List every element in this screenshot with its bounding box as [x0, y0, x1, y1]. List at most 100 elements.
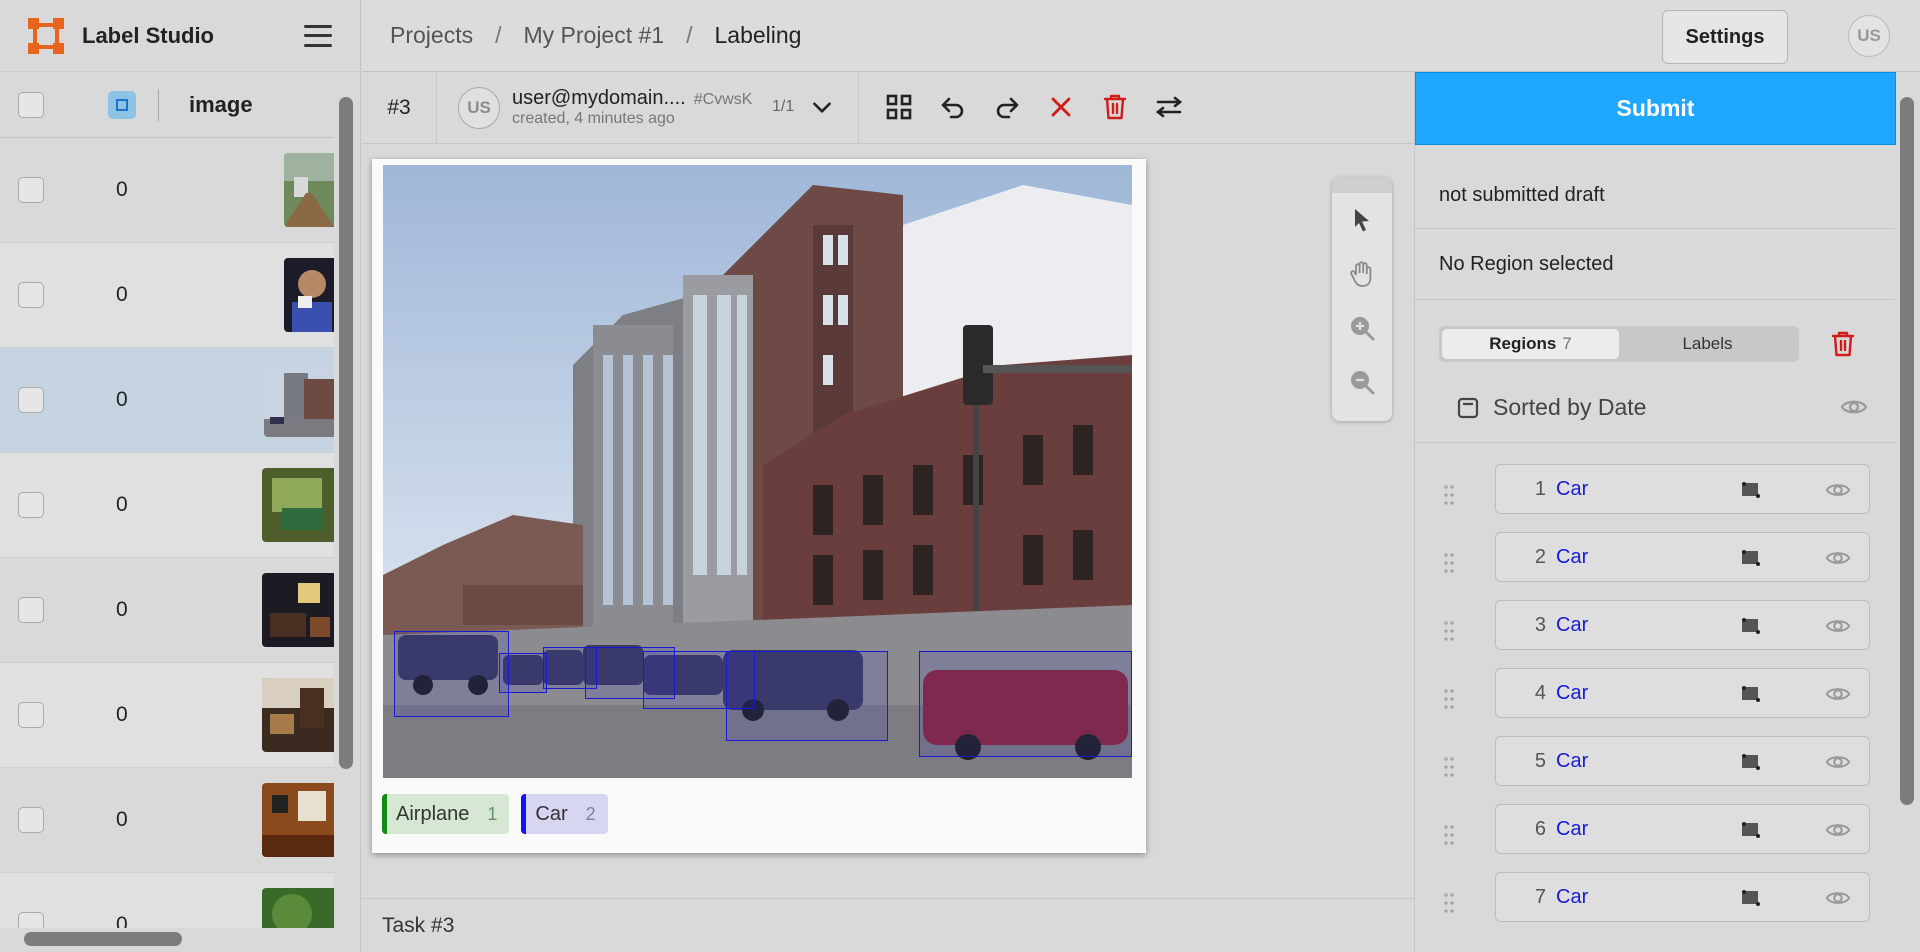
eye-icon[interactable]: [1839, 392, 1869, 422]
redo-icon[interactable]: [990, 90, 1024, 124]
region-list: 1 Car 2 Car 3 Car 4 Car 5 Car 6 Car 7 Ca…: [1415, 464, 1895, 940]
sort-icon: [1457, 397, 1479, 418]
pointer-icon[interactable]: [1332, 193, 1392, 247]
row-checkbox[interactable]: [18, 912, 44, 928]
drag-grip-icon[interactable]: [1443, 756, 1455, 778]
label-chip-airplane[interactable]: Airplane 1: [382, 794, 510, 834]
region-item: 4 Car: [1415, 668, 1895, 736]
reset-icon[interactable]: [1044, 90, 1078, 124]
region-bbox[interactable]: [726, 651, 888, 741]
settings-toggle-icon[interactable]: [1152, 90, 1186, 124]
drag-grip-icon[interactable]: [1443, 620, 1455, 642]
chevron-down-icon[interactable]: [809, 94, 835, 120]
annotation-selector[interactable]: US user@mydomain.... #CvwsK created, 4 mi…: [362, 72, 857, 143]
top-bar: Projects / My Project #1 / Labeling Sett…: [362, 0, 1920, 72]
rectangle-shape-icon: [1742, 482, 1760, 498]
drag-grip-icon[interactable]: [1443, 688, 1455, 710]
row-checkbox[interactable]: [18, 177, 44, 203]
image-tools-panel: [1332, 177, 1392, 421]
breadcrumb-separator: /: [495, 22, 502, 48]
eye-icon[interactable]: [1824, 613, 1852, 639]
task-row[interactable]: 0: [0, 453, 334, 558]
region-card[interactable]: 2 Car: [1495, 532, 1870, 582]
region-card[interactable]: 3 Car: [1495, 600, 1870, 650]
data-manager-sidebar: Label Studio image 0 0 0 0 0 0 0 0: [0, 0, 361, 952]
task-row[interactable]: 0: [0, 138, 334, 243]
region-card[interactable]: 6 Car: [1495, 804, 1870, 854]
thumbnail-image: [262, 468, 334, 542]
drag-grip-icon[interactable]: [1443, 824, 1455, 846]
hamburger-menu-icon[interactable]: [304, 24, 332, 47]
sort-label: Sorted by Date: [1493, 394, 1647, 420]
region-number: 7: [1534, 885, 1546, 908]
row-checkbox[interactable]: [18, 492, 44, 518]
undo-icon[interactable]: [936, 90, 970, 124]
settings-button[interactable]: Settings: [1662, 10, 1788, 64]
task-row-selected[interactable]: 0: [0, 348, 334, 453]
annotation-count: 0: [116, 598, 128, 621]
task-row[interactable]: 0: [0, 243, 334, 348]
annotation-created: created, 4 minutes ago: [512, 110, 675, 127]
region-card[interactable]: 4 Car: [1495, 668, 1870, 718]
row-checkbox[interactable]: [18, 597, 44, 623]
label-name: Car: [535, 802, 568, 825]
eye-icon[interactable]: [1824, 817, 1852, 843]
image-to-label[interactable]: [383, 165, 1132, 778]
row-checkbox[interactable]: [18, 807, 44, 833]
eye-icon[interactable]: [1824, 477, 1852, 503]
brand-bar: Label Studio: [0, 0, 360, 72]
zoom-in-icon[interactable]: [1332, 301, 1392, 355]
region-card[interactable]: 7 Car: [1495, 872, 1870, 922]
eye-icon[interactable]: [1824, 885, 1852, 911]
task-row[interactable]: 0: [0, 558, 334, 663]
rectangle-shape-icon: [1742, 618, 1760, 634]
label-chip-car[interactable]: Car 2: [521, 794, 608, 834]
hand-icon[interactable]: [1332, 247, 1392, 301]
eye-icon[interactable]: [1824, 545, 1852, 571]
task-row[interactable]: 0: [0, 663, 334, 768]
column-divider[interactable]: [158, 88, 159, 121]
vertical-scrollbar[interactable]: [339, 97, 353, 769]
annotations-column-icon[interactable]: [92, 90, 152, 119]
region-bbox[interactable]: [919, 651, 1132, 757]
drag-handle[interactable]: [1332, 177, 1392, 193]
draft-status: not submitted draft: [1439, 184, 1605, 206]
drag-grip-icon[interactable]: [1443, 484, 1455, 506]
submit-button[interactable]: Submit: [1415, 72, 1896, 145]
horizontal-scrollbar[interactable]: [24, 932, 182, 946]
task-row[interactable]: 0: [0, 873, 334, 928]
label-hotkey: 1: [487, 803, 498, 824]
row-checkbox[interactable]: [18, 387, 44, 413]
column-header-image[interactable]: image: [189, 92, 253, 118]
region-card[interactable]: 5 Car: [1495, 736, 1870, 786]
drag-grip-icon[interactable]: [1443, 892, 1455, 914]
task-list: 0 0 0 0 0 0 0 0: [0, 138, 334, 928]
row-checkbox[interactable]: [18, 702, 44, 728]
eye-icon[interactable]: [1824, 681, 1852, 707]
breadcrumb-project[interactable]: My Project #1: [523, 22, 664, 49]
annotation-counter: 1/1: [772, 98, 795, 115]
tab-regions[interactable]: Regions 7: [1442, 329, 1619, 359]
right-panel-scrollbar[interactable]: [1900, 97, 1914, 805]
select-all-checkbox[interactable]: [18, 91, 44, 118]
regions-labels-tabs: Regions 7 Labels: [1439, 326, 1799, 362]
tab-regions-label: Regions: [1489, 334, 1557, 353]
region-bbox[interactable]: [499, 653, 547, 693]
breadcrumb-projects[interactable]: Projects: [390, 22, 473, 49]
annotation-count: 0: [116, 913, 128, 928]
row-checkbox[interactable]: [18, 282, 44, 308]
drag-grip-icon[interactable]: [1443, 552, 1455, 574]
eye-icon[interactable]: [1824, 749, 1852, 775]
task-row[interactable]: 0: [0, 768, 334, 873]
delete-icon[interactable]: [1098, 90, 1132, 124]
thumbnail-image: [262, 573, 334, 647]
label-studio-logo-icon[interactable]: [28, 17, 64, 54]
sort-selector[interactable]: Sorted by Date: [1457, 394, 1646, 421]
region-bbox[interactable]: [394, 631, 509, 717]
grid-icon[interactable]: [882, 90, 916, 124]
zoom-out-icon[interactable]: [1332, 355, 1392, 409]
delete-all-regions-icon[interactable]: [1829, 330, 1857, 358]
region-card[interactable]: 1 Car: [1495, 464, 1870, 514]
user-avatar[interactable]: US: [1848, 15, 1890, 57]
tab-labels[interactable]: Labels: [1619, 329, 1796, 359]
